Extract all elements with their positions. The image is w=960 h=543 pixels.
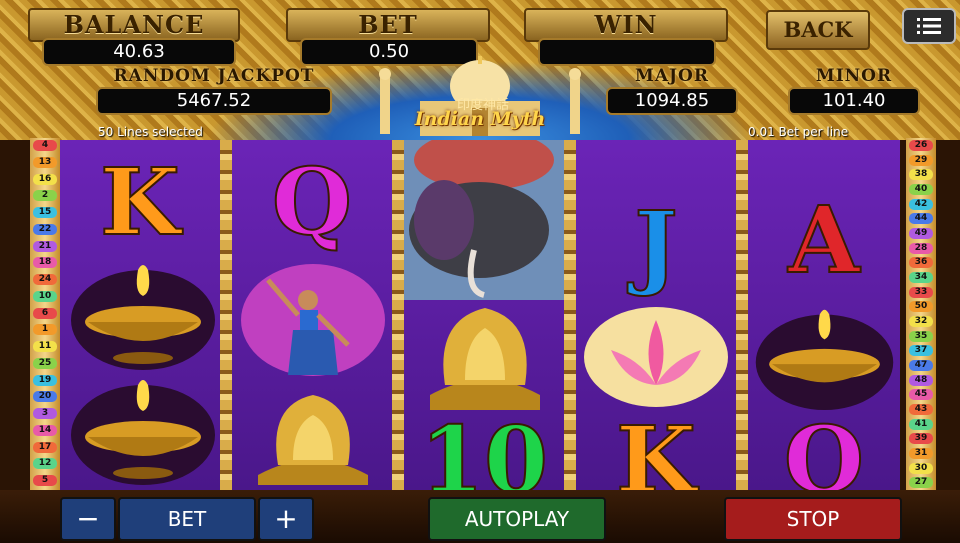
payline-badge: 50	[909, 301, 933, 313]
payline-badge: 47	[909, 360, 933, 371]
payline-badge: 16	[33, 173, 57, 185]
payline-column-right: 26 29 38 40 42 44 49 28 36 34 33 50 32 35 37 47 48 45 43 41…	[906, 138, 936, 490]
random-jackpot-value: 5467.52	[96, 87, 332, 115]
back-button[interactable]: BACK	[766, 10, 870, 50]
payline-badge: 49	[909, 228, 933, 239]
reel-2: Q	[232, 140, 392, 490]
reel-divider	[564, 140, 576, 490]
payline-badge: 21	[33, 240, 57, 252]
payline-badge: 18	[33, 257, 57, 269]
lines-selected-text: 50 Lines selected	[98, 125, 203, 139]
payline-badge: 6	[33, 307, 57, 319]
payline-badge: 45	[909, 389, 933, 401]
reel-area: K Q 10 J K A Q	[60, 140, 900, 490]
cobra-icon	[430, 308, 540, 410]
payline-badge: 48	[909, 374, 933, 386]
payline-badge: 4	[33, 140, 57, 151]
minor-label: MINOR	[815, 66, 893, 86]
payline-badge: 39	[909, 433, 933, 445]
dancer-icon	[241, 264, 385, 376]
reel-5: A Q	[748, 140, 900, 490]
diya-lamp-icon	[755, 309, 894, 410]
payline-badge: 1	[33, 324, 57, 336]
win-label: WIN	[524, 8, 728, 42]
reel-3: 10	[404, 140, 564, 490]
reel-4: J K	[576, 140, 736, 490]
payline-badge: 31	[909, 448, 933, 459]
autoplay-button[interactable]: AUTOPLAY	[428, 497, 606, 541]
bet-minus-button[interactable]: −	[60, 497, 116, 541]
payline-badge: 13	[33, 156, 57, 168]
symbol-k: K	[99, 148, 181, 256]
diya-lamp-icon	[71, 380, 215, 485]
diya-lamp-icon	[71, 265, 215, 370]
major-label: MAJOR	[635, 66, 709, 86]
menu-button[interactable]	[902, 8, 956, 44]
payline-badge: 37	[909, 345, 933, 357]
payline-badge: 2	[33, 190, 57, 202]
payline-badge: 20	[33, 391, 57, 403]
payline-badge: 38	[909, 169, 933, 181]
payline-badge: 28	[909, 242, 933, 254]
symbol-j: J	[633, 191, 679, 299]
payline-badge: 34	[909, 272, 933, 283]
payline-badge: 35	[909, 330, 933, 342]
payline-badge: 32	[909, 316, 933, 327]
payline-badge: 42	[909, 198, 933, 210]
payline-badge: 36	[909, 257, 933, 269]
payline-badge: 29	[909, 154, 933, 166]
balance-label: BALANCE	[28, 8, 240, 42]
payline-badge: 41	[909, 418, 933, 430]
payline-badge: 40	[909, 184, 933, 195]
payline-badge: 44	[909, 213, 933, 225]
lotus-icon	[584, 307, 728, 407]
payline-badge: 25	[33, 357, 57, 369]
major-value: 1094.85	[606, 87, 738, 115]
payline-badge: 33	[909, 286, 933, 298]
bet-button[interactable]: BET	[118, 497, 256, 541]
reel-divider	[736, 140, 748, 490]
payline-badge: 14	[33, 424, 57, 436]
menu-icon	[917, 18, 941, 34]
bet-per-line-text: 0.01 Bet per line	[748, 125, 849, 139]
symbol-k: K	[615, 406, 697, 490]
payline-badge: 3	[33, 408, 57, 420]
payline-badge: 17	[33, 441, 57, 453]
payline-badge: 5	[33, 475, 57, 487]
logo-title: Indian Myth	[414, 108, 546, 130]
payline-badge: 27	[909, 477, 933, 489]
bet-label: BET	[286, 8, 490, 42]
payline-badge: 43	[909, 404, 933, 415]
payline-badge: 10	[33, 290, 57, 302]
payline-badge: 12	[33, 458, 57, 470]
balance-value: 40.63	[42, 38, 236, 66]
reel-divider	[220, 140, 232, 490]
reel-divider	[392, 140, 404, 490]
payline-column-left: 4 13 16 2 15 22 21 18 24 10 6 1 11 25 19 20 3 14 17 12 5	[30, 138, 60, 490]
symbol-q: Q	[783, 406, 865, 490]
reel-1: K	[60, 140, 220, 490]
payline-badge: 24	[33, 274, 57, 286]
bet-plus-button[interactable]: +	[258, 497, 314, 541]
symbol-q: Q	[271, 148, 353, 256]
symbol-10: 10	[419, 406, 549, 490]
symbol-a: A	[787, 186, 860, 294]
payline-badge: 26	[909, 140, 933, 151]
payline-badge: 19	[33, 374, 57, 386]
stop-button[interactable]: STOP	[724, 497, 902, 541]
payline-badge: 22	[33, 223, 57, 235]
payline-badge: 30	[909, 462, 933, 474]
payline-badge: 15	[33, 207, 57, 219]
random-jackpot-label: RANDOM JACKPOT	[113, 66, 315, 86]
payline-badge: 11	[33, 341, 57, 353]
cobra-icon	[258, 395, 368, 485]
elephant-icon	[404, 140, 564, 300]
minor-value: 101.40	[788, 87, 920, 115]
